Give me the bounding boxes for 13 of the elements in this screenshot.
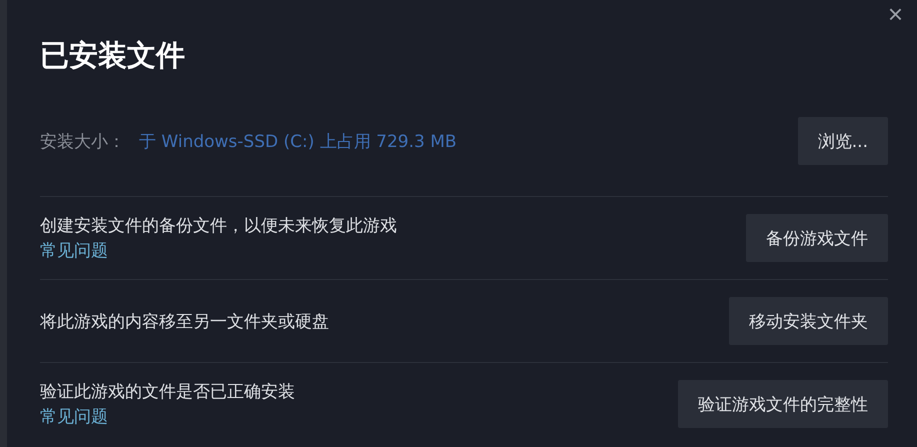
install-size-value: 于 Windows-SSD (C:) 上占用 729.3 MB (139, 130, 457, 152)
row-description: 创建安装文件的备份文件，以便未来恢复此游戏 (40, 215, 397, 237)
faq-link[interactable]: 常见问题 (40, 405, 108, 428)
close-button[interactable]: × (884, 0, 907, 29)
action-button[interactable]: 备份游戏文件 (746, 214, 888, 262)
install-size-label: 安装大小： (40, 130, 125, 152)
row-description: 将此游戏的内容移至另一文件夹或硬盘 (40, 310, 329, 332)
action-button[interactable]: 移动安装文件夹 (729, 297, 888, 345)
row-description: 验证此游戏的文件是否已正确安装 (40, 381, 295, 403)
dialog-title: 已安装文件 (40, 37, 186, 74)
action-button[interactable]: 验证游戏文件的完整性 (678, 380, 888, 428)
faq-link[interactable]: 常见问题 (40, 239, 108, 262)
browse-button[interactable]: 浏览... (798, 117, 888, 165)
